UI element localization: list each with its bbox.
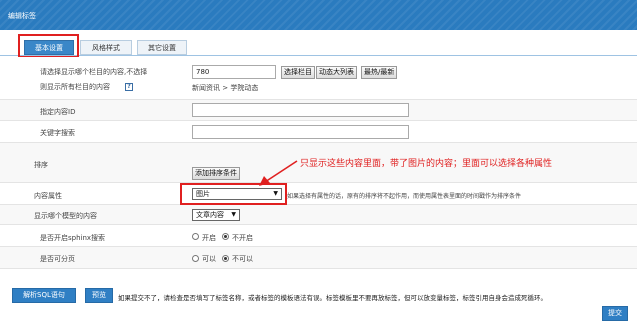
footer-bar: 解析SQL语句 预览 如果提交不了，请检查是否填写了标签名称，或者标签的模板语法… [0,284,637,334]
tab-bar: 基本设置 风格样式 其它设置 [0,30,637,56]
sort-label: 排序 [34,161,48,169]
chevron-down-icon: ▼ [231,211,236,218]
footer-message: 如果提交不了，请检查是否填写了标签名称，或者标签的模板语法有误。标签模板里不要再… [118,294,547,302]
paging-option-yes: 可以 [202,255,216,263]
content-id-input[interactable] [192,103,409,117]
dynamic-list-button[interactable]: 动态大列表 [316,66,357,79]
annotation-arrow-icon [259,160,298,186]
submit-button[interactable]: 提交 [602,306,628,321]
select-column-button[interactable]: 选择栏目 [281,66,315,79]
column-select-label-1: 请选择显示哪个栏目的内容,不选择 [40,68,148,76]
row-sphinx-search: 是否开启sphinx搜索 开启 不开启 [0,225,637,247]
sphinx-option-off: 不开启 [232,234,253,242]
add-sort-condition-button[interactable]: 添加排序条件 [192,167,240,180]
column-select-label-2: 则显示所有栏目的内容 [40,83,110,91]
preview-button[interactable]: 预览 [85,288,113,303]
column-id-input[interactable]: 780 [192,65,276,79]
keyword-search-input[interactable] [192,125,409,139]
paging-option-no: 不可以 [232,255,253,263]
help-icon[interactable]: ? [125,83,133,91]
content-attribute-label: 内容属性 [34,192,62,200]
tab-other-settings[interactable]: 其它设置 [137,40,187,55]
window-title-bar: 编辑标签 [0,0,637,30]
content-attribute-value: 图片 [196,190,210,198]
row-keyword-search: 关键字搜索 [0,121,637,143]
paging-label: 是否可分页 [40,255,75,263]
chevron-down-icon: ▼ [273,190,278,197]
parse-sql-button[interactable]: 解析SQL语句 [12,288,76,303]
sphinx-option-on: 开启 [202,234,216,242]
sphinx-radio-on[interactable] [192,233,199,240]
model-label: 显示哪个模型的内容 [34,212,97,220]
row-model: 显示哪个模型的内容 文章内容 ▼ [0,205,637,225]
tab-style[interactable]: 风格样式 [80,40,132,55]
row-paging: 是否可分页 可以 不可以 [0,247,637,269]
content-id-label: 指定内容ID [40,108,76,116]
model-value: 文章内容 [196,211,224,219]
model-select[interactable]: 文章内容 ▼ [192,209,240,221]
sphinx-label: 是否开启sphinx搜索 [40,234,106,242]
paging-radio-no[interactable] [222,255,229,262]
column-path: 新闻资讯 > 学院动态 [192,84,259,92]
keyword-search-label: 关键字搜索 [40,129,75,137]
tab-basic-settings[interactable]: 基本设置 [24,40,74,55]
paging-radio-yes[interactable] [192,255,199,262]
row-content-attribute: 内容属性 图片 ▼ 如果选择有属性的话，原有的排序将不起作用，而使用属性表里面的… [0,183,637,205]
content-attribute-note: 如果选择有属性的话，原有的排序将不起作用，而使用属性表里面的时间戳作为排序条件 [287,193,522,200]
row-content-id: 指定内容ID [0,100,637,121]
row-column-select: 请选择显示哪个栏目的内容,不选择 则显示所有栏目的内容 ? 780 选择栏目 动… [0,57,637,100]
hot-latest-button[interactable]: 最热/最新 [361,66,398,79]
window-title: 编辑标签 [8,12,36,20]
sphinx-radio-off[interactable] [222,233,229,240]
annotation-text: 只显示这些内容里面，带了图片的内容；里面可以选择各种属性 [300,159,553,169]
